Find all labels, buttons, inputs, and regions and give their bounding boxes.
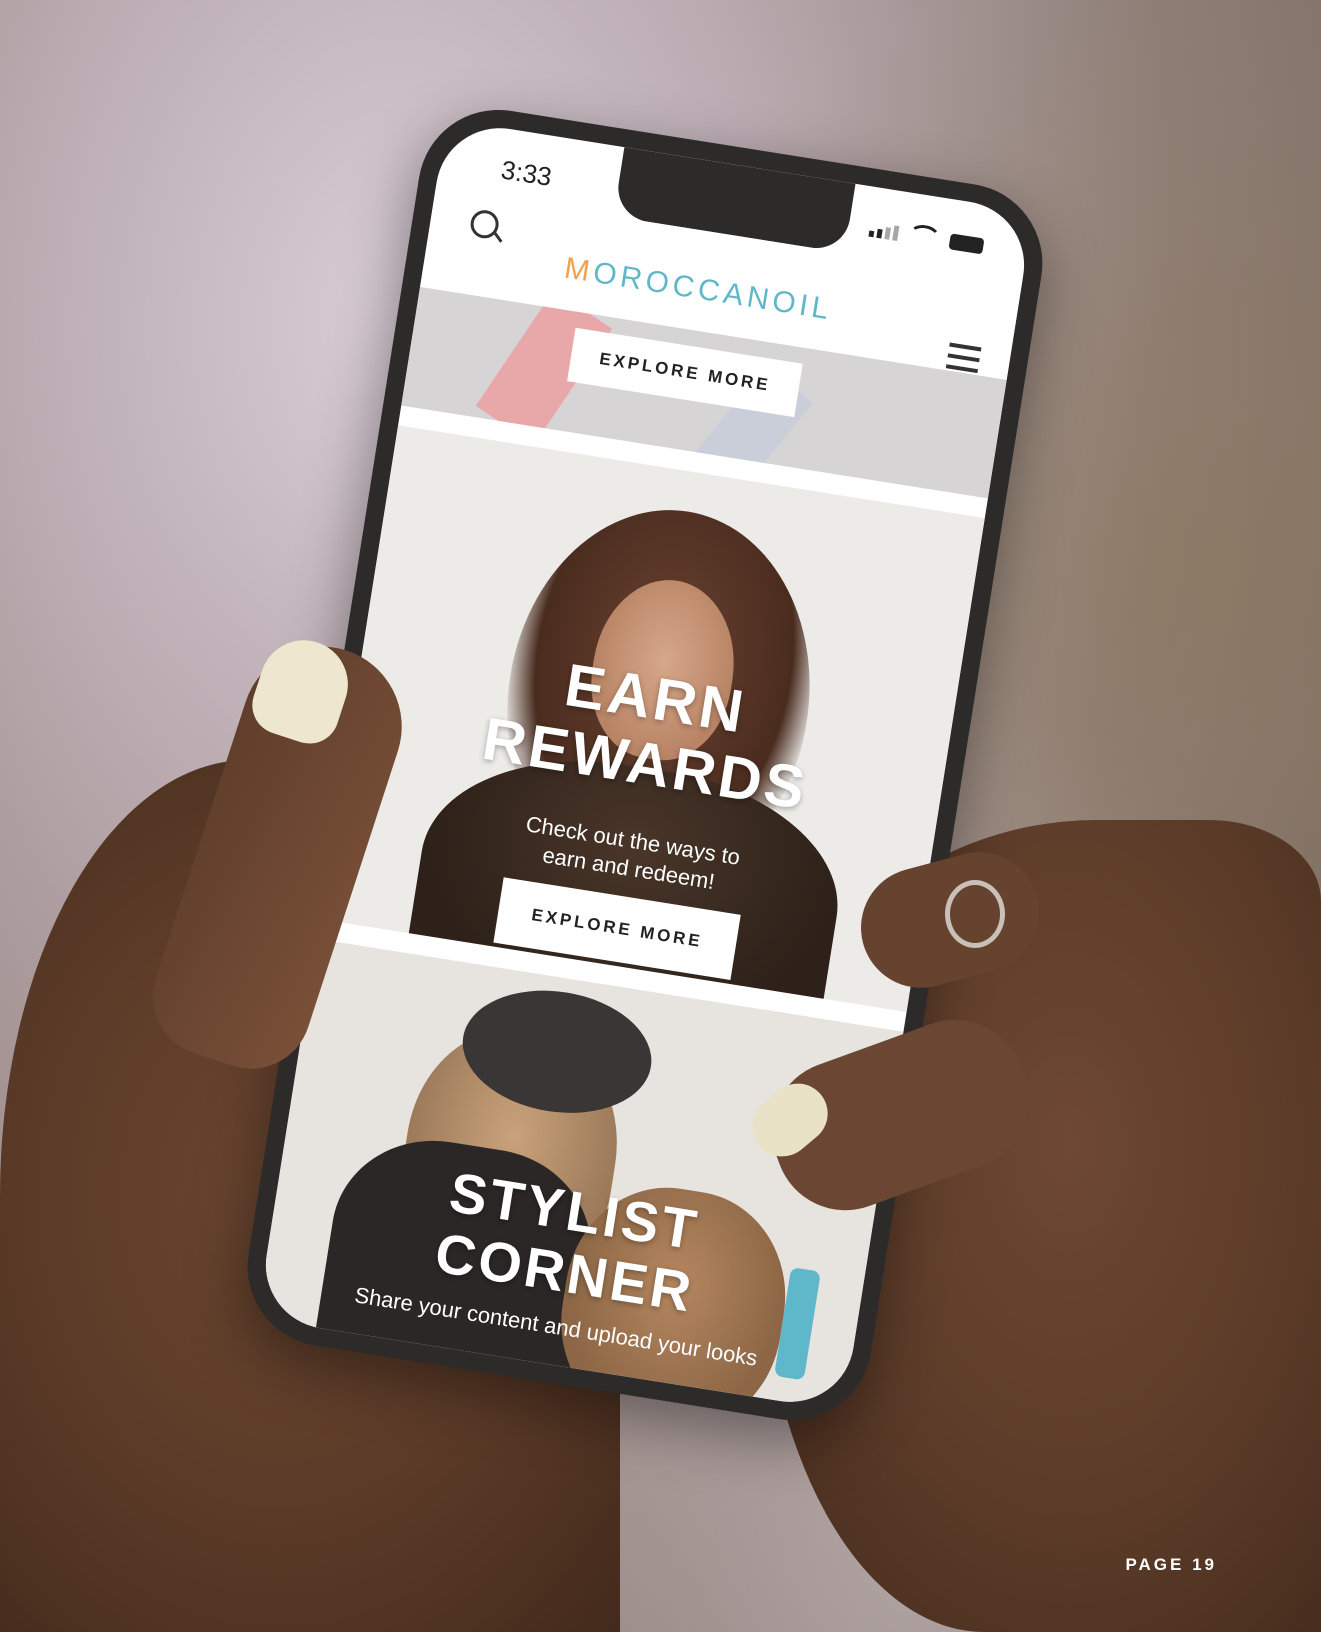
status-icons <box>868 217 985 259</box>
signal-icon <box>868 221 900 241</box>
status-time: 3:33 <box>499 154 554 192</box>
page-number: PAGE 19 <box>1125 1555 1217 1574</box>
ring <box>945 880 1005 948</box>
wifi-icon <box>906 222 942 252</box>
search-icon[interactable] <box>468 208 501 241</box>
battery-icon <box>948 233 985 255</box>
explore-more-button[interactable]: EXPLORE MORE <box>567 327 803 418</box>
logo-rest: OROCCANOIL <box>590 256 835 327</box>
